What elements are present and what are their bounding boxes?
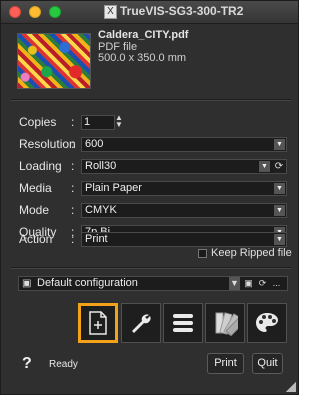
media-value: Plain Paper [85,182,142,194]
loading-label: Loading [19,159,62,173]
action-value: Print [85,233,108,245]
colon: : [71,203,75,217]
chevron-down-icon[interactable]: ▼ [274,234,285,245]
copies-input[interactable]: 1 [81,115,115,130]
mode-select[interactable]: CMYK ▼ [81,203,287,218]
wrench-icon [132,314,151,333]
resolution-value: 600 [85,138,104,150]
colon: : [71,159,75,173]
mode-value: CMYK [85,204,117,216]
chevron-down-icon[interactable]: ▼ [274,183,285,194]
resolution-label: Resolution [19,137,76,151]
palette-icon [256,313,278,332]
refresh-icon[interactable]: ⟳ [273,160,285,173]
minimize-window-button[interactable] [29,6,41,18]
mode-label: Mode [19,203,50,217]
loading-select[interactable]: Roll30 ▼ ⟳ [81,159,287,174]
help-icon[interactable]: ? [22,355,32,373]
job-list-button[interactable] [163,303,203,343]
save-icon[interactable]: ▣ [243,277,254,290]
file-name: Caldera_CITY.pdf [98,29,189,41]
quit-button[interactable]: Quit [252,353,283,374]
color-swatches-icon [215,312,238,336]
color-swatches-button[interactable] [205,303,245,343]
chevron-down-icon[interactable]: ▼ [274,139,285,150]
divider [11,99,291,101]
action-label: Action [19,232,53,246]
rip-window: X TrueVIS-SG3-300-TR2 Caldera_CITY.pdf P… [0,0,299,395]
title-bar: X TrueVIS-SG3-300-TR2 [1,1,298,24]
media-label: Media [19,181,52,195]
window-title: TrueVIS-SG3-300-TR2 [120,4,244,18]
colon: : [71,137,75,151]
more-button[interactable]: ... [271,277,282,290]
colon: : [71,232,75,246]
zoom-window-button[interactable] [49,6,61,18]
step-down-icon[interactable]: ▼ [115,121,123,129]
file-thumbnail [17,33,91,89]
app-icon: X [104,5,117,19]
chevron-down-icon[interactable]: ▼ [274,205,285,216]
close-window-button[interactable] [9,6,21,18]
resize-grip-icon[interactable] [286,382,296,392]
configuration-value: Default configuration [37,277,138,289]
divider [11,267,291,269]
refresh-icon[interactable]: ⟳ [257,277,268,290]
file-size: 500.0 x 350.0 mm [98,52,187,64]
keep-ripped-checkbox[interactable] [198,249,207,258]
action-select[interactable]: Print ▼ [81,232,287,247]
palette-button[interactable] [247,303,287,343]
print-button[interactable]: Print [207,353,244,374]
colon: : [71,181,75,195]
new-job-button[interactable] [78,303,118,343]
tools-button[interactable] [121,303,161,343]
copies-label: Copies [19,115,57,129]
configuration-select[interactable]: ▣ Default configuration ▼ ▣ ⟳ ... [18,276,288,291]
keep-ripped-label: Keep Ripped file [211,247,292,259]
resolution-select[interactable]: 600 ▼ [81,137,287,152]
colon: : [71,115,75,129]
media-select[interactable]: Plain Paper ▼ [81,181,287,196]
chevron-down-icon[interactable]: ▼ [259,161,270,172]
list-icon [173,314,193,332]
chevron-down-icon[interactable]: ▼ [229,277,240,290]
loading-value: Roll30 [85,160,117,172]
disk-icon: ▣ [22,278,32,289]
copies-stepper[interactable]: ▲ ▼ [115,114,123,129]
status-text: Ready [49,359,78,370]
new-job-icon [89,311,107,335]
